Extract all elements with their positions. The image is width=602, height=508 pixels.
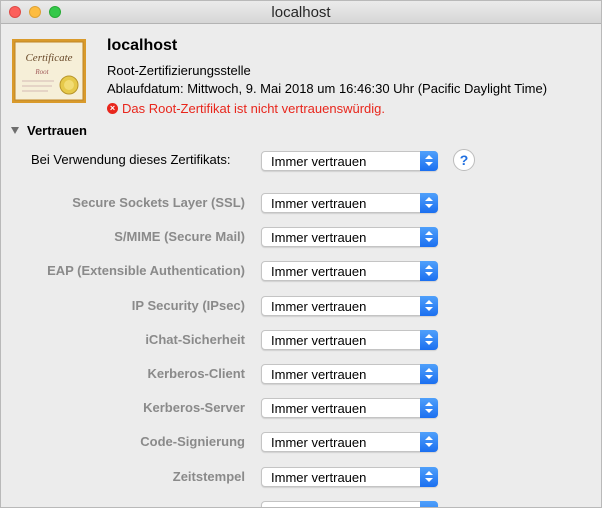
trust-popup-value: Immer vertrauen [271, 435, 367, 450]
trust-popup-value: Immer vertrauen [271, 264, 367, 279]
popup-arrows-icon [420, 296, 438, 316]
trust-popup-ssl[interactable]: Immer vertrauen [261, 193, 438, 213]
trust-popup-ichat[interactable]: Immer vertrauen [261, 330, 438, 350]
trust-popup-value: Immer vertrauen [271, 470, 367, 485]
trust-popup-kerberos-server[interactable]: Immer vertrauen [261, 398, 438, 418]
certificate-expiry: Ablaufdatum: Mittwoch, 9. Mai 2018 um 16… [107, 81, 548, 96]
trust-label-timestamping: Zeitstempel [172, 469, 245, 484]
trust-label-code-signing: Code-Signierung [140, 434, 245, 449]
trust-popup-value: Immer vertrauen [271, 367, 367, 382]
trust-label-eap: EAP (Extensible Authentication) [47, 263, 245, 278]
trust-label-ichat: iChat-Sicherheit [145, 332, 245, 347]
disclosure-triangle-icon [11, 127, 19, 134]
certificate-icon: Certificate Root [12, 39, 86, 103]
trust-popup-timestamping[interactable]: Immer vertrauen [261, 467, 438, 487]
trust-section-toggle[interactable]: Vertrauen [11, 123, 87, 138]
popup-arrows-icon [420, 227, 438, 247]
error-icon: × [107, 103, 118, 114]
popup-arrows-icon [420, 261, 438, 281]
popup-arrows-icon [420, 151, 438, 171]
popup-arrows-icon [420, 193, 438, 213]
help-button[interactable]: ? [453, 149, 475, 171]
popup-arrows-icon [420, 364, 438, 384]
trust-popup-value: Immer vertrauen [271, 299, 367, 314]
trust-popup-value: Immer vertrauen [271, 230, 367, 245]
popup-arrows-icon [420, 501, 438, 507]
when-using-value: Immer vertrauen [271, 154, 367, 169]
trust-popup-value: Immer vertrauen [271, 401, 367, 416]
window-title: localhost [271, 4, 331, 21]
trust-popup-value: Immer vertrauen [271, 196, 367, 211]
certificate-kind: Root-Zertifizierungsstelle [107, 63, 251, 78]
certificate-status-text: Das Root-Zertifikat ist nicht vertrauens… [122, 101, 385, 116]
title-bar: localhost [1, 1, 601, 24]
trust-popup-smime[interactable]: Immer vertrauen [261, 227, 438, 247]
trust-label-smime: S/MIME (Secure Mail) [114, 229, 245, 244]
trust-label-ipsec: IP Security (IPsec) [131, 298, 245, 313]
trust-popup-eap[interactable]: Immer vertrauen [261, 261, 438, 281]
popup-arrows-icon [420, 467, 438, 487]
svg-text:Root: Root [34, 68, 49, 76]
trust-label-kerberos-client: Kerberos-Client [147, 366, 245, 381]
certificate-window: localhost Certificate Root localhost Roo… [0, 0, 602, 508]
trust-label-kerberos-server: Kerberos-Server [143, 400, 245, 415]
popup-arrows-icon [420, 330, 438, 350]
trust-label-ssl: Secure Sockets Layer (SSL) [72, 195, 245, 210]
trust-popup-kerberos-client[interactable]: Immer vertrauen [261, 364, 438, 384]
svg-text:Certificate: Certificate [25, 52, 72, 64]
certificate-name: localhost [107, 37, 178, 54]
when-using-popup[interactable]: Immer vertrauen [261, 151, 438, 171]
popup-arrows-icon [420, 432, 438, 452]
certificate-status: × Das Root-Zertifikat ist nicht vertraue… [107, 101, 385, 116]
trust-popup-code-signing[interactable]: Immer vertrauen [261, 432, 438, 452]
popup-arrows-icon [420, 398, 438, 418]
when-using-label: Bei Verwendung dieses Zertifikats: [31, 152, 231, 167]
trust-popup-ipsec[interactable]: Immer vertrauen [261, 296, 438, 316]
trust-popup-value: Immer vertrauen [271, 333, 367, 348]
trust-popup-more[interactable] [261, 501, 438, 507]
trust-section-label: Vertrauen [27, 123, 87, 138]
